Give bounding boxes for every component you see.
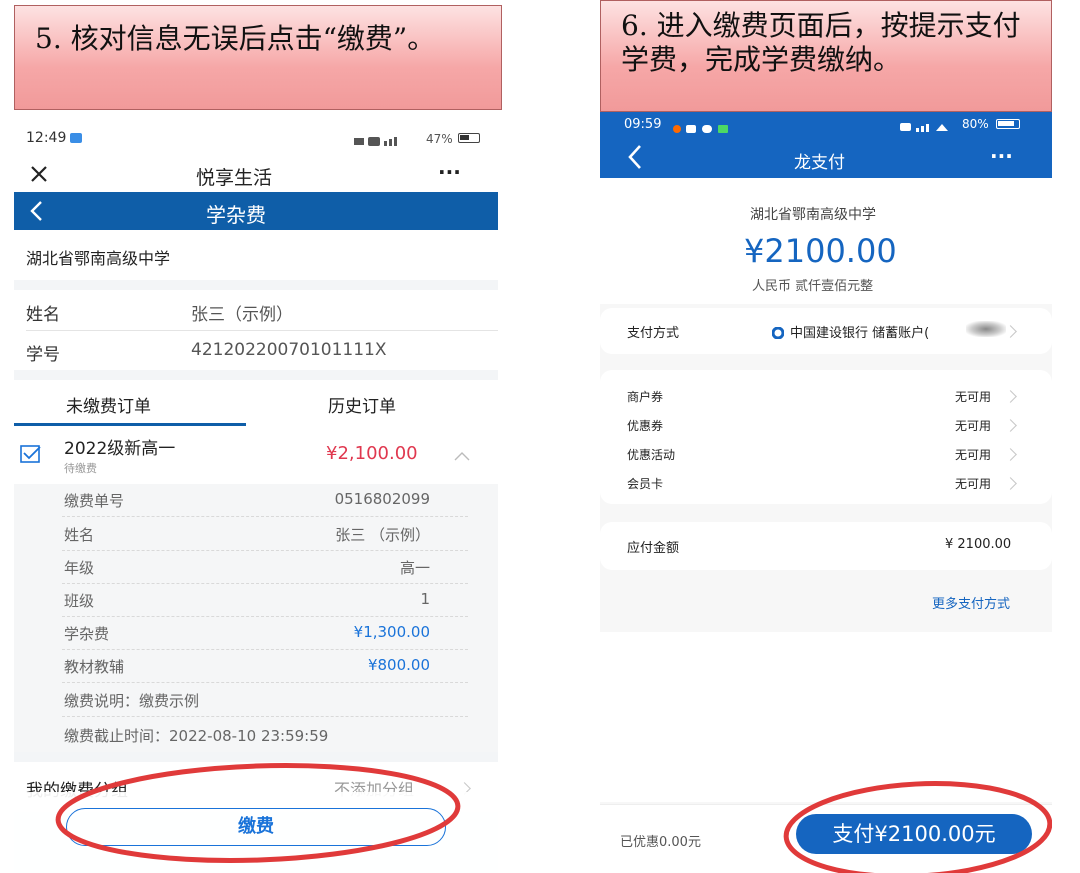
step5-callout: 5. 核对信息无误后点击“缴费”。 (14, 5, 502, 110)
right-phone-screen: 09:59 80% 龙支付 ··· 湖北省鄂南高级中学 ¥2100.00 人民币… (600, 112, 1052, 873)
highlight-circle (783, 781, 1052, 873)
step5-text: 5. 核对信息无误后点击“缴费”。 (35, 22, 436, 55)
step6-text-line1: 6. 进入缴费页面后，按提示支付 (621, 9, 1021, 42)
step6-callout: 6. 进入缴费页面后，按提示支付 学费，完成学费缴纳。 (600, 0, 1052, 112)
left-phone-screen: 12:49 47% 悦享生活 ··· 学杂费 湖北省鄂南高级中学 姓名 张三（示… (14, 120, 498, 873)
highlight-circle (55, 763, 461, 863)
step6-text-line2: 学费，完成学费缴纳。 (621, 43, 902, 76)
